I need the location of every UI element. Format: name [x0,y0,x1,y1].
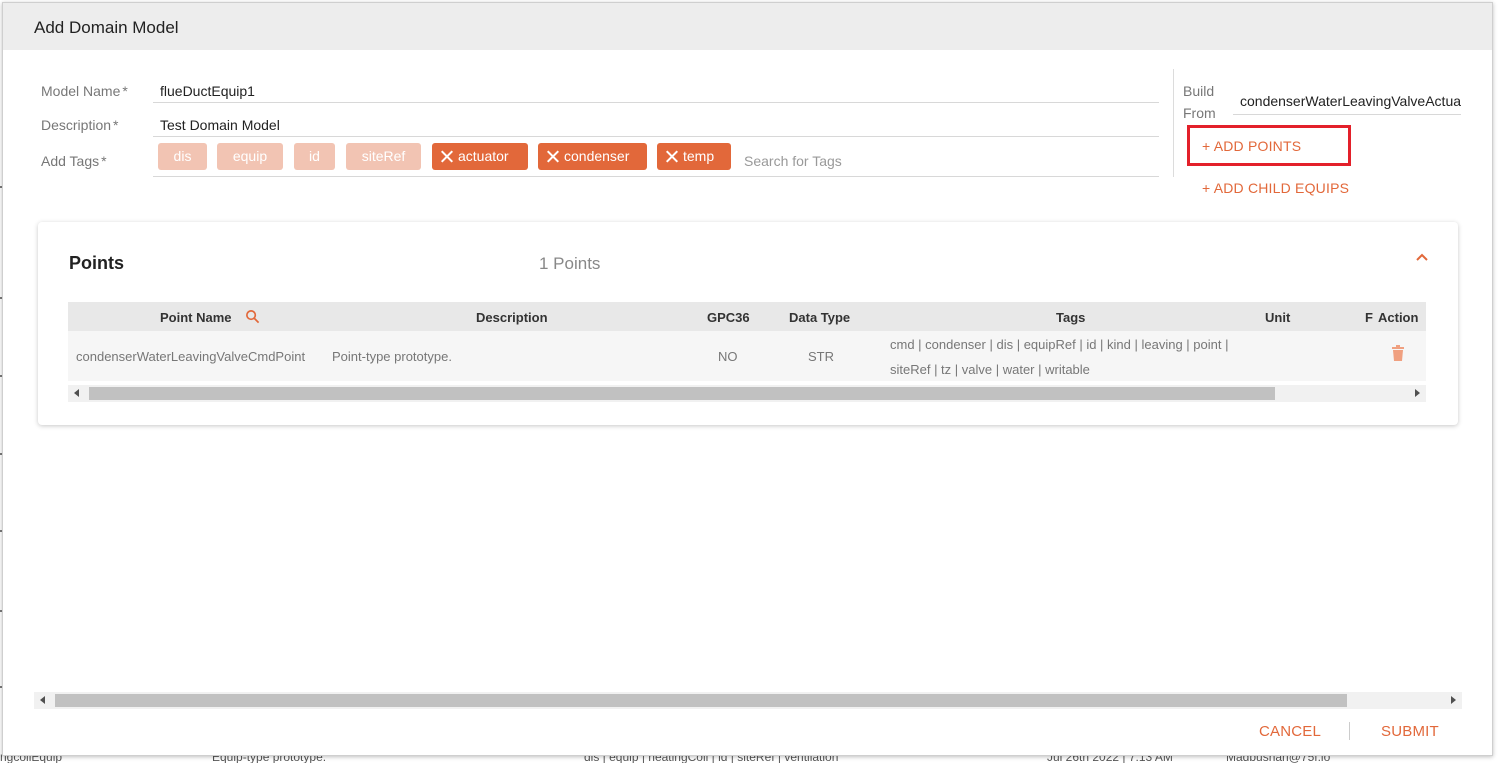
tags-field: dis equip id siteRef actuator condenser … [153,143,1159,177]
cell-tags-line: siteRef | tz | valve | water | writable [890,362,1090,377]
build-from-label: Build From [1183,83,1216,121]
points-card: Points 1 Points Point Name Description G… [38,222,1458,425]
remove-tag-icon[interactable] [546,150,559,163]
tag-chip-locked: dis [158,143,207,170]
tag-chip-removable: temp [657,143,731,170]
vertical-divider [1173,69,1174,177]
column-header-point-name[interactable]: Point Name [160,310,232,325]
cell-point-name: condenserWaterLeavingValveCmdPoint [76,349,306,364]
tag-chip-locked: equip [217,143,283,170]
dialog-header: Add Domain Model [3,3,1492,50]
trash-icon[interactable] [1391,345,1405,361]
tag-chip-label: condenser [564,148,630,164]
tag-chip-removable: condenser [538,143,647,170]
scroll-left-icon[interactable] [74,389,79,397]
build-from-input[interactable]: condenserWaterLeavingValveActuator [1233,89,1461,115]
cell-gpc36: NO [718,349,738,364]
add-domain-model-dialog: Add Domain Model Model Name * flueDuctEqu… [2,2,1493,756]
dialog-title: Add Domain Model [34,18,179,37]
tag-chip-label: temp [683,148,715,164]
cancel-button[interactable]: CANCEL [1259,723,1321,740]
tag-chip-removable: actuator [432,143,528,170]
tag-search-input[interactable]: Search for Tags [744,153,842,169]
remove-tag-icon[interactable] [665,150,678,163]
tag-chip-label: actuator [458,148,509,164]
points-count: 1 Points [539,254,601,273]
column-header-description: Description [476,310,548,325]
scrollbar-thumb[interactable] [89,387,1275,400]
cell-tags: cmd | condenser | dis | equipRef | id | … [890,332,1228,382]
tag-chip-locked: siteRef [346,143,421,170]
points-table-scrollbar[interactable] [68,385,1426,402]
points-title: Points [69,253,125,273]
description-input[interactable]: Test Domain Model [153,111,1159,137]
table-row: condenserWaterLeavingValveCmdPoint Point… [68,331,1426,381]
cell-data-type: STR [808,349,834,364]
scroll-right-icon[interactable] [1415,389,1420,397]
column-header-data-type: Data Type [789,310,851,325]
submit-button[interactable]: SUBMIT [1381,723,1439,740]
cell-tags-line: cmd | condenser | dis | equipRef | id | … [890,337,1229,352]
search-icon[interactable] [245,309,260,324]
column-header-gpc36: GPC36 [707,310,750,325]
scrollbar-thumb[interactable] [55,694,1347,707]
remove-tag-icon[interactable] [440,150,453,163]
cell-description: Point-type prototype. [332,349,452,364]
column-header-tags: Tags [1056,310,1086,325]
dialog-scrollbar[interactable] [34,692,1462,709]
column-header-action: Action [1378,310,1426,325]
chevron-up-icon[interactable] [1414,249,1430,265]
add-tags-label: Add Tags * [41,153,107,169]
description-label: Description * [41,117,119,133]
model-name-input[interactable]: flueDuctEquip1 [153,77,1159,103]
column-header-truncated: F [1365,310,1373,325]
add-points-button[interactable]: + ADD POINTS [1202,138,1301,154]
add-child-equips-button[interactable]: + ADD CHILD EQUIPS [1202,180,1349,196]
footer-divider [1349,722,1350,740]
table-header: Point Name Description GPC36 Data Type T… [68,302,1426,331]
scroll-right-icon[interactable] [1451,696,1456,704]
column-header-unit: Unit [1265,310,1291,325]
tag-chip-locked: id [294,143,335,170]
model-name-label: Model Name * [41,83,128,99]
scroll-left-icon[interactable] [40,696,45,704]
